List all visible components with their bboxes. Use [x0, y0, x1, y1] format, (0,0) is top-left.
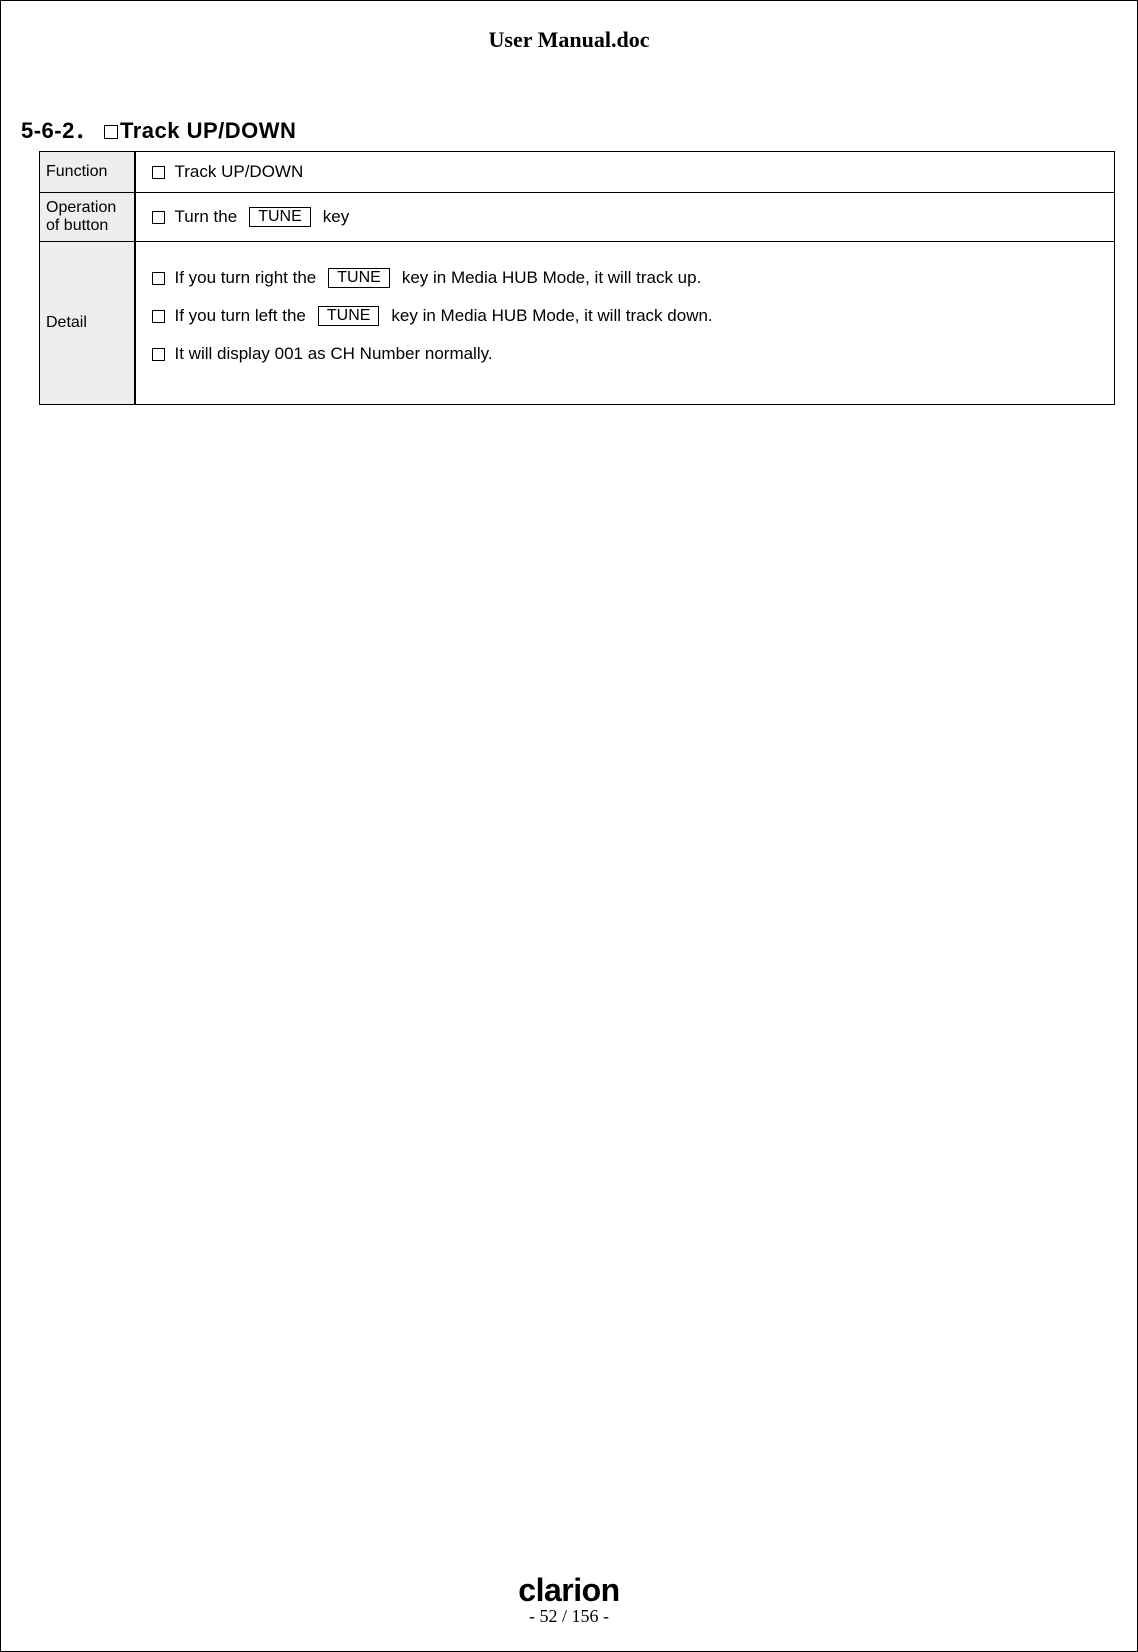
row-content-detail: If you turn right the TUNE key in Media …: [135, 242, 1115, 405]
detail-0-post: key in Media HUB Mode, it will track up.: [402, 268, 702, 288]
checkbox-icon: [152, 166, 165, 179]
detail-0-pre: If you turn right the: [175, 268, 317, 288]
page-footer: clarion - 52 / 156 -: [1, 1574, 1137, 1627]
section-number: 5-6-2．: [21, 118, 97, 143]
row-label-detail: Detail: [40, 242, 135, 405]
checkbox-icon: [152, 272, 165, 285]
table-row: Detail If you turn right the TUNE key in…: [40, 242, 1115, 405]
tune-keycap: TUNE: [328, 268, 390, 288]
brand-logo: clarion: [1, 1574, 1137, 1606]
checkbox-icon: [152, 211, 165, 224]
section-heading: 5-6-2． Track UP/DOWN: [21, 113, 1107, 145]
row-content-operation: Turn the TUNE key: [135, 193, 1115, 242]
row-content-function: Track UP/DOWN: [135, 152, 1115, 193]
tune-keycap: TUNE: [249, 207, 311, 227]
page-number: - 52 / 156 -: [1, 1606, 1137, 1627]
row-label-function: Function: [40, 152, 135, 193]
table-row: Operation of button Turn the TUNE key: [40, 193, 1115, 242]
operation-pre: Turn the: [175, 207, 238, 227]
checkbox-icon: [104, 125, 118, 139]
table-row: Function Track UP/DOWN: [40, 152, 1115, 193]
page-frame: User Manual.doc 5-6-2． Track UP/DOWN Fun…: [0, 0, 1138, 1652]
checkbox-icon: [152, 310, 165, 323]
section-title: Track UP/DOWN: [120, 118, 296, 143]
document-title: User Manual.doc: [31, 27, 1107, 53]
tune-keycap: TUNE: [318, 306, 380, 326]
detail-2-text: It will display 001 as CH Number normall…: [175, 344, 493, 364]
detail-1-post: key in Media HUB Mode, it will track dow…: [391, 306, 712, 326]
checkbox-icon: [152, 348, 165, 361]
function-text: Track UP/DOWN: [175, 162, 304, 182]
operation-post: key: [323, 207, 349, 227]
spec-table: Function Track UP/DOWN Operation of butt…: [39, 151, 1115, 405]
detail-1-pre: If you turn left the: [175, 306, 306, 326]
row-label-operation: Operation of button: [40, 193, 135, 242]
